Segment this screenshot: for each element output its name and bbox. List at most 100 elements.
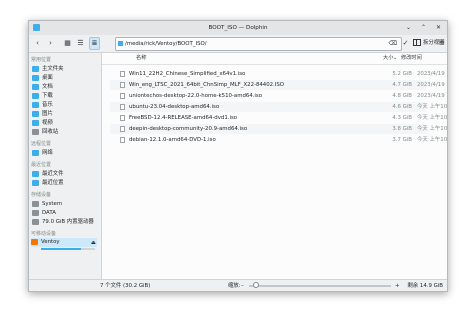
sidebar-item-system[interactable]: System: [32, 200, 62, 209]
column-name[interactable]: 名称: [136, 53, 146, 64]
recent-files-icon: [32, 170, 39, 177]
iso-file-icon: [120, 137, 125, 143]
iso-file-icon: [120, 104, 125, 110]
sidebar-item-internal-drive[interactable]: 79.0 GiB 内置驱动器: [32, 218, 94, 227]
drive-icon: [32, 218, 39, 225]
file-row[interactable]: debian-12.1.0-amd64-DVD-1.iso 3.7 GiB 今天 上…: [110, 135, 447, 145]
recent-locations-icon: [32, 179, 39, 186]
clear-path-icon[interactable]: ⌫: [389, 38, 397, 50]
sidebar-item-videos[interactable]: 视频: [32, 119, 53, 128]
zoom-out-icon[interactable]: –: [241, 280, 244, 291]
file-row[interactable]: Win11_22H2_Chinese_Simplified_x64v1.iso 5…: [110, 69, 447, 79]
file-name: FreeBSD-12.4-RELEASE-amd64-dvd1.iso: [129, 115, 238, 121]
trash-icon: [32, 128, 39, 135]
sidebar-item-music[interactable]: 音乐: [32, 101, 53, 110]
pictures-folder-icon: [32, 110, 39, 117]
zoom-slider-handle[interactable]: [253, 282, 260, 288]
hamburger-menu-icon[interactable]: ≡: [439, 38, 445, 49]
places-panel: 常用位置 主文件夹 桌面 文档 下载 音乐 图片 视频 回收站 远程位置 网络 …: [29, 53, 102, 279]
column-date[interactable]: 修改时间: [401, 53, 422, 64]
recent-header: 最近位置: [31, 162, 52, 168]
file-row[interactable]: uniontechos-desktop-22.0-home-k510-amd64…: [110, 91, 447, 101]
file-size: 5.2 GiB: [392, 71, 412, 77]
file-date: 今天 上午10:19: [417, 104, 448, 110]
file-date: 今天 上午10:20: [417, 126, 448, 132]
minimize-icon[interactable]: ⌄: [404, 23, 413, 32]
eject-icon[interactable]: ⏏: [91, 240, 96, 246]
sidebar-item-ventoy[interactable]: Ventoy: [31, 238, 97, 247]
device-capacity-fill: [41, 248, 81, 250]
file-name: uniontechos-desktop-22.0-home-k510-amd64…: [129, 93, 263, 99]
file-size: 4.7 GiB: [392, 82, 412, 88]
iso-file-icon: [120, 71, 125, 77]
file-name: deepin-desktop-community-20.9-amd64.iso: [129, 126, 248, 132]
split-view-icon: [413, 39, 421, 46]
file-size: 3.8 GiB: [392, 126, 412, 132]
zoom-slider[interactable]: [249, 282, 391, 288]
icon-view-icon[interactable]: ▦: [63, 38, 72, 49]
free-space: 剩余 14.9 GiB: [407, 283, 443, 289]
sidebar-item-recent-files[interactable]: 最近文件: [32, 170, 64, 179]
file-size: 4.8 GiB: [392, 93, 412, 99]
file-date: 2023/4/19 下午7:52: [417, 82, 447, 88]
file-date: 2023/4/19 下午7:57: [417, 93, 447, 99]
sidebar-item-recent-locations[interactable]: 最近位置: [32, 179, 64, 188]
sidebar-item-desktop[interactable]: 桌面: [32, 74, 53, 83]
zoom-in-icon[interactable]: +: [395, 280, 400, 291]
music-folder-icon: [32, 101, 39, 108]
back-button[interactable]: ‹: [33, 38, 42, 49]
file-row[interactable]: ubuntu-23.04-desktop-amd64.iso 4.6 GiB 今天 …: [110, 102, 447, 112]
sidebar-item-documents[interactable]: 文档: [32, 83, 53, 92]
close-icon[interactable]: ✕: [434, 23, 443, 32]
videos-folder-icon: [32, 119, 39, 126]
sidebar-item-pictures[interactable]: 图片: [32, 110, 53, 119]
file-row[interactable]: FreeBSD-12.4-RELEASE-amd64-dvd1.iso 4.3 G…: [110, 113, 447, 123]
file-size: 3.7 GiB: [392, 137, 412, 143]
title-bar: BOOT_ISO — Dolphin ⌄ ⌃ ✕: [29, 21, 447, 35]
zoom-label: 缩放:: [228, 283, 241, 289]
folder-icon: [118, 41, 123, 46]
usb-drive-icon: [31, 238, 38, 245]
location-path[interactable]: /media/rick/Ventoy/BOOT_ISO/: [125, 38, 207, 50]
maximize-icon[interactable]: ⌃: [419, 23, 428, 32]
drive-icon: [32, 209, 39, 216]
column-header: 名称 大小 ⌄ 修改时间: [102, 53, 447, 65]
file-name: ubuntu-23.04-desktop-amd64.iso: [129, 104, 220, 110]
confirm-path-icon[interactable]: ✓: [401, 38, 410, 49]
sidebar-item-trash[interactable]: 回收站: [32, 128, 58, 137]
status-bar: 7 个文件 (30.2 GiB) 缩放: – + 剩余 14.9 GiB: [29, 279, 447, 291]
compact-view-icon[interactable]: ☰: [76, 38, 85, 49]
sort-indicator-icon: ⌄: [393, 55, 398, 61]
sidebar-item-home[interactable]: 主文件夹: [32, 65, 64, 74]
iso-file-icon: [120, 126, 125, 132]
removable-header: 可移动设备: [31, 231, 57, 237]
dolphin-app-icon: [33, 24, 40, 31]
file-name: Win11_22H2_Chinese_Simplified_x64v1.iso: [129, 71, 246, 77]
downloads-folder-icon: [32, 92, 39, 99]
column-size[interactable]: 大小: [383, 53, 393, 64]
desktop-folder-icon: [32, 74, 39, 81]
file-name: debian-12.1.0-amd64-DVD-1.iso: [129, 137, 216, 143]
sidebar-item-downloads[interactable]: 下载: [32, 92, 53, 101]
sidebar-item-data[interactable]: DATA: [32, 209, 56, 218]
file-date: 2023/4/19 下午7:50: [417, 71, 447, 77]
status-summary: 7 个文件 (30.2 GiB): [100, 283, 151, 289]
location-bar[interactable]: /media/rick/Ventoy/BOOT_ISO/ ⌫: [115, 37, 402, 51]
file-size: 4.3 GiB: [392, 115, 412, 121]
file-name: Win_eng_LTSC_2021_64bit_ChnSimp_MLF_X22-…: [129, 82, 285, 88]
devices-header: 存储设备: [31, 192, 52, 198]
file-date: 今天 上午10:21: [417, 137, 448, 143]
file-row[interactable]: Win_eng_LTSC_2021_64bit_ChnSimp_MLF_X22-…: [110, 80, 447, 90]
iso-file-icon: [120, 93, 125, 99]
places-header: 常用位置: [31, 57, 52, 63]
details-view-icon[interactable]: ≣: [89, 37, 100, 50]
toolbar: ‹ › ▦ ☰ ≣ /media/rick/Ventoy/BOOT_ISO/ ⌫…: [29, 35, 447, 53]
remote-header: 远程位置: [31, 141, 52, 147]
home-folder-icon: [32, 65, 39, 72]
sidebar-item-network[interactable]: 网络: [32, 149, 53, 158]
forward-button[interactable]: ›: [46, 38, 55, 49]
file-row[interactable]: deepin-desktop-community-20.9-amd64.iso 3…: [110, 124, 447, 134]
iso-file-icon: [120, 82, 125, 88]
file-date: 今天 上午10:19: [417, 115, 448, 121]
window-controls: ⌄ ⌃ ✕: [404, 23, 443, 32]
